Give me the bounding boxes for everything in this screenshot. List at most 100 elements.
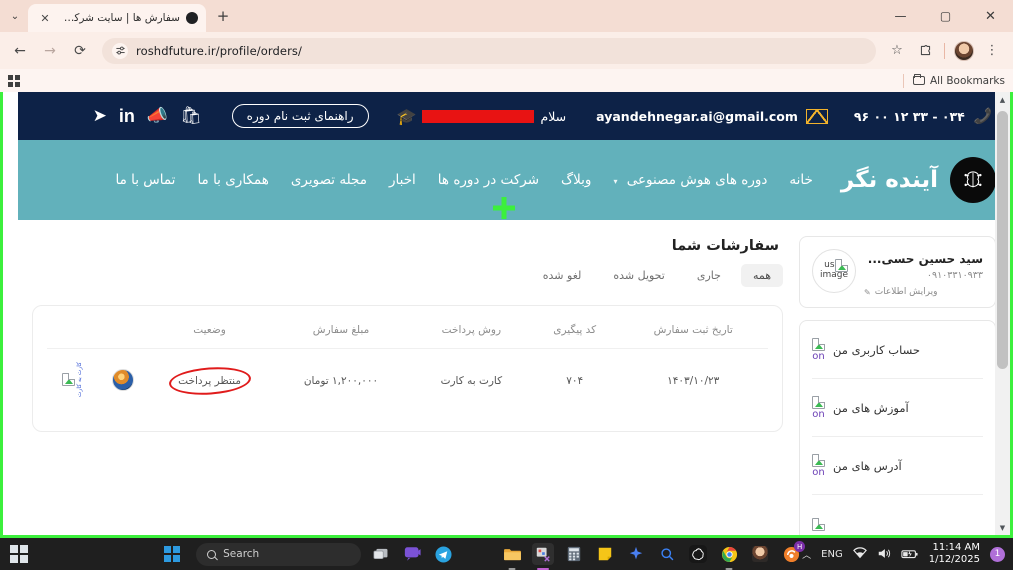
window-minimize-button[interactable]: — bbox=[878, 0, 923, 32]
topbar-phone[interactable]: 📞 ۰۳۴ - ۳۳ ۱۲ ۰۰ ۹۶ bbox=[854, 107, 992, 125]
telegram-icon[interactable] bbox=[432, 543, 454, 565]
scroll-down-arrow-icon[interactable]: ▼ bbox=[995, 520, 1010, 535]
nav-item-ai-courses[interactable]: دوره های هوش مصنوعی ▾ bbox=[613, 172, 767, 188]
course-registration-guide-button[interactable]: راهنمای ثبت نام دوره bbox=[231, 104, 369, 128]
sidebar-item-my-addresses-label: آدرس های من bbox=[833, 458, 902, 473]
wifi-icon[interactable] bbox=[852, 546, 867, 562]
reload-icon[interactable]: ⟳ bbox=[66, 37, 94, 65]
search-icon[interactable] bbox=[656, 543, 678, 565]
col-payment-method: روش پرداخت bbox=[441, 324, 502, 336]
table-header-row: تاریخ ثبت سفارش کد پیگیری روش پرداخت مبل… bbox=[47, 318, 768, 349]
linkedin-icon[interactable]: in bbox=[119, 106, 135, 127]
sidebar-item-my-courses[interactable]: آموزش های من on bbox=[812, 379, 983, 437]
profile-info: سید حسین حسی... ۰۹۱۰۳۳۱۰۹۳۳ ویرایش اطلاع… bbox=[864, 249, 983, 297]
tab-search-chevron-icon[interactable]: ⌄ bbox=[2, 2, 28, 30]
table-row[interactable]: ۱۴۰۳/۱۰/۲۳ ۷۰۴ کارت به کارت ۱,۲۰۰,۰۰۰ تو… bbox=[47, 348, 768, 414]
widgets-icon[interactable] bbox=[10, 545, 28, 563]
graduation-cap-icon: 🎓 bbox=[396, 106, 417, 126]
tab-close-icon[interactable]: ✕ bbox=[38, 11, 52, 25]
site-navbar: آینده نگر خانه دوره های هوش مصنوعی ▾ وبل… bbox=[18, 140, 1010, 220]
nav-item-blog[interactable]: وبلاگ bbox=[561, 172, 591, 188]
address-bar[interactable]: roshdfuture.ir/profile/orders/ bbox=[102, 37, 876, 64]
clock-time: 11:14 AM bbox=[932, 541, 980, 553]
chrome-menu-icon[interactable]: ⋮ bbox=[979, 38, 1005, 64]
cart-icon[interactable]: 🛍 bbox=[180, 106, 202, 126]
tab-current-orders[interactable]: جاری bbox=[685, 264, 733, 287]
scrollbar-track[interactable] bbox=[995, 107, 1010, 520]
nav-item-video-magazine[interactable]: مجله تصویری bbox=[291, 172, 367, 188]
sidebar-item-my-account[interactable]: حساب کاربری من on bbox=[812, 321, 983, 379]
calculator-icon[interactable] bbox=[563, 543, 585, 565]
battery-icon[interactable] bbox=[901, 545, 919, 564]
nav-item-home[interactable]: خانه bbox=[789, 172, 812, 188]
start-button-icon[interactable] bbox=[164, 546, 181, 562]
site-settings-icon[interactable] bbox=[112, 42, 128, 59]
bookmarks-bar: All Bookmarks bbox=[0, 69, 1013, 92]
sidebar-item-partial[interactable] bbox=[812, 495, 983, 535]
telegram-icon[interactable]: ➤ bbox=[93, 106, 107, 126]
browser-tab[interactable]: ✕ سفارش ها | سایت شرکت فناور آین bbox=[28, 4, 206, 32]
website-content: 📞 ۰۳۴ - ۳۳ ۱۲ ۰۰ ۹۶ ayandehnegar.ai@gmai… bbox=[18, 92, 1010, 535]
bookmark-star-icon[interactable]: ☆ bbox=[884, 38, 910, 64]
file-explorer-icon[interactable] bbox=[501, 543, 523, 570]
folder-icon bbox=[912, 73, 925, 85]
nav-item-news[interactable]: اخبار bbox=[389, 172, 416, 188]
tab-cancelled-orders[interactable]: لغو شده bbox=[531, 264, 594, 287]
ai-brain-logo-icon bbox=[950, 157, 996, 203]
window-close-button[interactable]: ✕ bbox=[968, 0, 1013, 32]
task-view-icon[interactable] bbox=[370, 543, 392, 565]
window-maximize-button[interactable]: ▢ bbox=[923, 0, 968, 32]
new-tab-button[interactable]: + bbox=[210, 3, 236, 29]
browser-h-icon[interactable]: H bbox=[780, 541, 806, 565]
chevron-down-icon: ▾ bbox=[613, 177, 618, 186]
language-indicator[interactable]: ENG bbox=[821, 549, 843, 560]
page-scrollbar[interactable]: ▲ ▼ bbox=[995, 92, 1010, 535]
chrome-icon[interactable] bbox=[718, 543, 740, 570]
browser-toolbar: ← → ⟳ roshdfuture.ir/profile/orders/ ☆ ⋮ bbox=[0, 32, 1013, 69]
topbar-email[interactable]: ayandehnegar.ai@gmail.com bbox=[596, 108, 828, 124]
edit-profile-link[interactable]: ویرایش اطلاعات ✎ bbox=[864, 287, 983, 297]
redacted-username bbox=[422, 109, 535, 123]
my-addresses-icon: on bbox=[812, 453, 825, 478]
profile-avatar-icon[interactable] bbox=[951, 38, 977, 64]
back-icon[interactable]: ← bbox=[6, 37, 34, 65]
toolbar-right-actions: ☆ ⋮ bbox=[884, 38, 1007, 64]
site-brand[interactable]: آینده نگر bbox=[841, 157, 996, 203]
scroll-up-arrow-icon[interactable]: ▲ bbox=[995, 92, 1010, 107]
apps-grid-icon[interactable] bbox=[8, 74, 20, 87]
all-bookmarks-button[interactable]: All Bookmarks bbox=[902, 73, 1005, 88]
profile-card: سید حسین حسی... ۰۹۱۰۳۳۱۰۹۳۳ ویرایش اطلاع… bbox=[799, 236, 996, 308]
toolbar-divider bbox=[944, 42, 945, 59]
col-order-date: تاریخ ثبت سفارش bbox=[653, 324, 733, 336]
forward-icon[interactable]: → bbox=[36, 37, 64, 65]
teams-icon[interactable] bbox=[401, 543, 423, 565]
orders-main: سفارشات شما همه جاری تحویل شده لغو شده ت… bbox=[32, 236, 783, 535]
nav-item-join-courses[interactable]: شرکت در دوره ها bbox=[438, 172, 539, 188]
scrollbar-thumb[interactable] bbox=[997, 111, 1008, 369]
notification-badge[interactable]: 1 bbox=[990, 546, 1005, 562]
orders-header: سفارشات شما همه جاری تحویل شده لغو شده bbox=[32, 236, 783, 305]
tab-delivered-orders[interactable]: تحویل شده bbox=[601, 264, 677, 287]
topbar-phone-number: ۰۳۴ - ۳۳ ۱۲ ۰۰ ۹۶ bbox=[853, 108, 965, 124]
chatgpt-icon[interactable] bbox=[687, 543, 709, 565]
pencil-icon: ✎ bbox=[864, 287, 871, 297]
notepad-icon[interactable] bbox=[594, 543, 616, 565]
copilot-icon[interactable] bbox=[625, 543, 647, 565]
extensions-icon[interactable] bbox=[912, 38, 938, 64]
taskbar-clock[interactable]: 11:14 AM 1/12/2025 bbox=[929, 542, 980, 566]
taskbar-center: Search H bbox=[164, 541, 806, 570]
taskbar-search-box[interactable]: Search bbox=[196, 542, 362, 566]
nav-item-cooperation[interactable]: همکاری با ما bbox=[197, 172, 268, 188]
phone-icon: 📞 bbox=[972, 107, 992, 125]
tab-all-orders[interactable]: همه bbox=[740, 264, 783, 287]
whatsapp-icon[interactable]: 📣 bbox=[147, 106, 168, 126]
nav-item-contact[interactable]: تماس با ما bbox=[115, 172, 175, 188]
volume-icon[interactable] bbox=[877, 545, 891, 564]
cell-order-amount: ۱,۲۰۰,۰۰۰ تومان bbox=[270, 348, 412, 414]
site-topbar: 📞 ۰۳۴ - ۳۳ ۱۲ ۰۰ ۹۶ ayandehnegar.ai@gmai… bbox=[18, 92, 1010, 140]
taskbar-search-placeholder: Search bbox=[223, 548, 260, 560]
broken-image-with-alt: کارت به کارت bbox=[61, 362, 83, 397]
user-photo-icon[interactable] bbox=[749, 543, 771, 565]
snipping-tool-icon[interactable] bbox=[532, 543, 555, 570]
sidebar-item-my-addresses[interactable]: آدرس های من on bbox=[812, 437, 983, 495]
